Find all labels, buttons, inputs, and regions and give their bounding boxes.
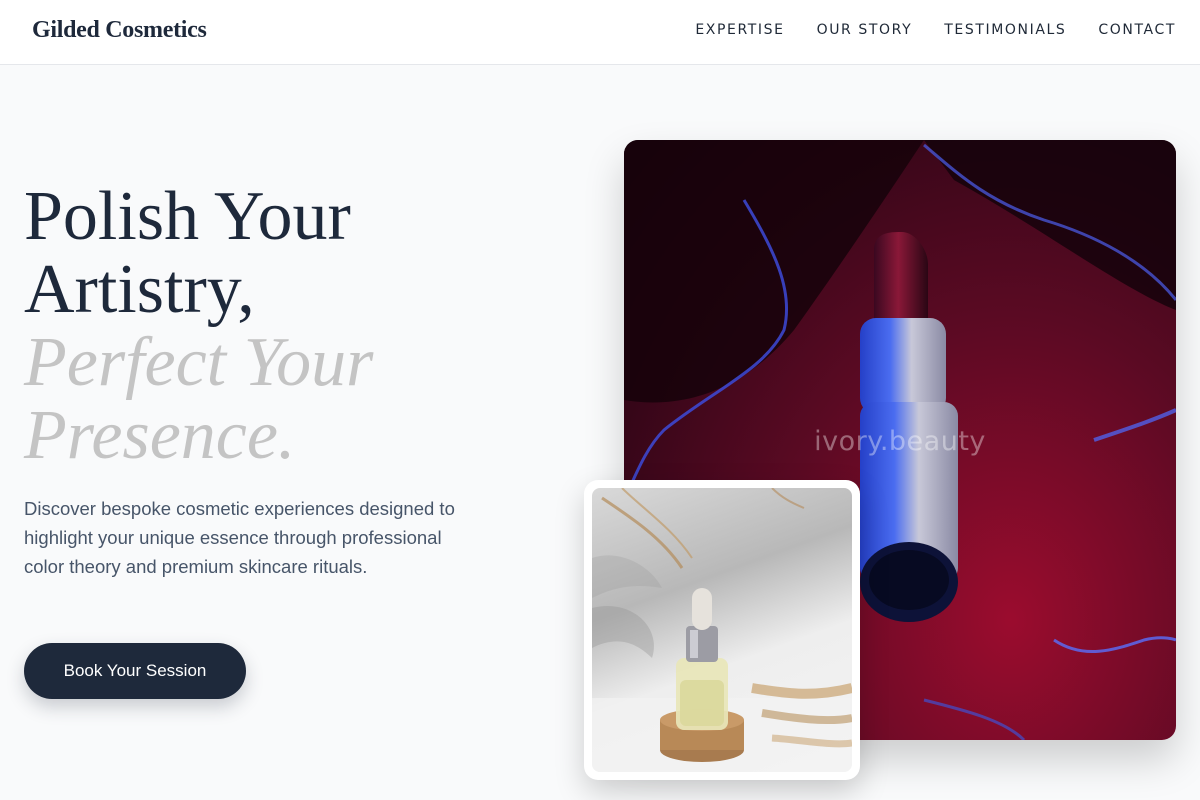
serum-illustration <box>592 488 852 772</box>
hero-description: Discover bespoke cosmetic experiences de… <box>24 498 455 577</box>
nav-link-our-story[interactable]: OUR STORY <box>817 22 913 38</box>
serum-image-card <box>584 480 860 780</box>
nav-link-contact[interactable]: CONTACT <box>1098 22 1176 38</box>
hero-title: Polish Your Artistry, Perfect Your Prese… <box>24 180 544 472</box>
hero-title-line-1: Polish Your <box>24 178 351 255</box>
nav-link-expertise[interactable]: EXPERTISE <box>695 22 784 38</box>
serum-bottle-image <box>592 488 852 772</box>
site-header: Gilded Cosmetics EXPERTISE OUR STORY TES… <box>0 0 1200 65</box>
book-session-button[interactable]: Book Your Session <box>24 643 246 699</box>
hero-title-line-2: Artistry, <box>24 251 255 328</box>
main-nav: EXPERTISE OUR STORY TESTIMONIALS CONTACT <box>695 22 1176 38</box>
hero-accent-line-1: Perfect Your <box>24 324 374 401</box>
hero-accent-line-2: Presence. <box>24 397 296 474</box>
image-watermark: ivory.beauty <box>814 426 986 457</box>
brand-logo[interactable]: Gilded Cosmetics <box>32 17 207 44</box>
nav-link-testimonials[interactable]: TESTIMONIALS <box>944 22 1066 38</box>
